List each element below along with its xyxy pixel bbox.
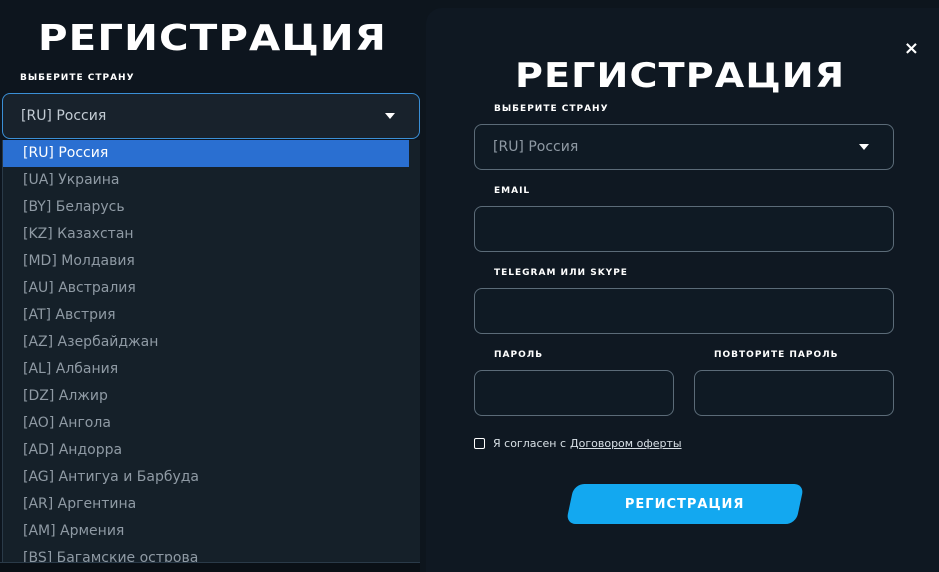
password-repeat-field-wrap <box>694 370 894 416</box>
modal-body: × РЕГИСТРАЦИЯ ВЫБЕРИТЕ СТРАНУ [RU] Росси… <box>426 8 939 572</box>
scrollbar-track <box>0 562 420 572</box>
consent-checkbox[interactable] <box>474 438 485 449</box>
country-option[interactable]: [BY] Беларусь <box>3 194 420 221</box>
consent-text: Я согласен с <box>493 437 567 450</box>
page-title: РЕГИСТРАЦИЯ <box>38 18 387 59</box>
registration-modal: × РЕГИСТРАЦИЯ ВЫБЕРИТЕ СТРАНУ [RU] Росси… <box>420 0 939 572</box>
country-option[interactable]: [RU] Россия <box>3 140 409 167</box>
country-option[interactable]: [AZ] Азербайджан <box>3 329 420 356</box>
country-option[interactable]: [AO] Ангола <box>3 410 420 437</box>
close-icon[interactable]: × <box>904 38 919 59</box>
password-label: ПАРОЛЬ <box>494 350 544 360</box>
country-option[interactable]: [AR] Аргентина <box>3 491 420 518</box>
caret-down-icon <box>385 113 395 119</box>
email-field[interactable] <box>475 207 893 251</box>
country-option[interactable]: [AD] Андорра <box>3 437 420 464</box>
password-repeat-label: ПОВТОРИТЕ ПАРОЛЬ <box>714 350 839 360</box>
country-label: ВЫБЕРИТЕ СТРАНУ <box>20 73 135 83</box>
consent-row: Я согласен с Договором оферты <box>474 437 682 450</box>
country-select[interactable]: [RU] Россия <box>474 124 894 170</box>
registration-screen: РЕГИСТРАЦИЯ ВЫБЕРИТЕ СТРАНУ [RU] Россия … <box>0 0 939 572</box>
country-select-value: [RU] Россия <box>21 108 107 124</box>
modal-title: РЕГИСТРАЦИЯ <box>515 56 846 96</box>
country-dropdown-list[interactable]: [RU] Россия [UA] Украина [BY] Беларусь [KZ]… <box>2 140 420 562</box>
country-option[interactable]: [MD] Молдавия <box>3 248 420 275</box>
register-button-label: РЕГИСТРАЦИЯ <box>625 496 745 512</box>
messenger-field[interactable] <box>475 289 893 333</box>
offer-agreement-link[interactable]: Договором оферты <box>570 437 682 450</box>
password-field[interactable] <box>475 371 673 415</box>
email-field-wrap <box>474 206 894 252</box>
caret-down-icon <box>859 144 869 150</box>
country-option[interactable]: [BS] Багамские острова <box>3 545 420 562</box>
register-button[interactable]: РЕГИСТРАЦИЯ <box>565 484 805 524</box>
country-option[interactable]: [AM] Армения <box>3 518 420 545</box>
country-select[interactable]: [RU] Россия <box>2 93 420 139</box>
country-option[interactable]: [AU] Австралия <box>3 275 420 302</box>
country-option[interactable]: [KZ] Казахстан <box>3 221 420 248</box>
country-option[interactable]: [UA] Украина <box>3 167 420 194</box>
country-option[interactable]: [AG] Антигуа и Барбуда <box>3 464 420 491</box>
password-repeat-field[interactable] <box>695 371 893 415</box>
password-field-wrap <box>474 370 674 416</box>
registration-panel-dropdown-open: РЕГИСТРАЦИЯ ВЫБЕРИТЕ СТРАНУ [RU] Россия … <box>0 0 420 572</box>
country-select-value: [RU] Россия <box>493 139 579 155</box>
country-option[interactable]: [AT] Австрия <box>3 302 420 329</box>
messenger-field-wrap <box>474 288 894 334</box>
country-label: ВЫБЕРИТЕ СТРАНУ <box>494 104 609 114</box>
country-option[interactable]: [DZ] Алжир <box>3 383 420 410</box>
messenger-label: TELEGRAM ИЛИ SKYPE <box>494 268 628 278</box>
country-option[interactable]: [AL] Албания <box>3 356 420 383</box>
email-label: EMAIL <box>494 186 531 196</box>
